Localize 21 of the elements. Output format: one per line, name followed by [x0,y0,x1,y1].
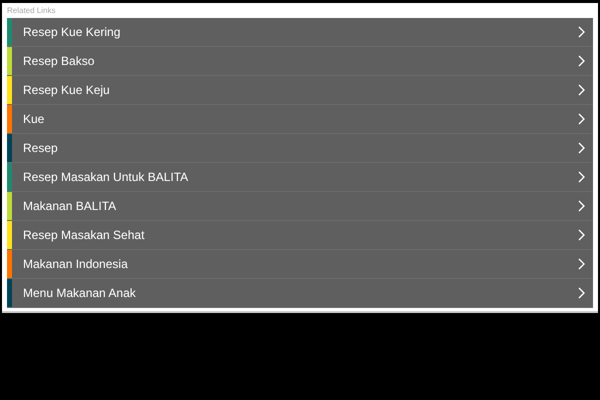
chevron-right-icon [578,258,585,270]
chevron-right-icon [578,113,585,125]
chevron-right-icon [578,26,585,38]
chevron-right-icon [578,287,585,299]
link-item[interactable]: Menu Makanan Anak [7,279,593,308]
chevron-right-icon [578,200,585,212]
link-item[interactable]: Resep Kue Keju [7,76,593,105]
chevron-right-icon [578,142,585,154]
link-item[interactable]: Resep Masakan Sehat [7,221,593,250]
link-item[interactable]: Resep Kue Kering [7,18,593,47]
link-item[interactable]: Resep Masakan Untuk BALITA [7,163,593,192]
link-item[interactable]: Kue [7,105,593,134]
chevron-right-icon [578,229,585,241]
link-item[interactable]: Resep Bakso [7,47,593,76]
link-item[interactable]: Makanan Indonesia [7,250,593,279]
link-item[interactable]: Resep [7,134,593,163]
chevron-right-icon [578,171,585,183]
chevron-right-icon [578,84,585,96]
section-title: Related Links [7,5,56,17]
link-item[interactable]: Makanan BALITA [7,192,593,221]
chevron-right-icon [578,55,585,67]
